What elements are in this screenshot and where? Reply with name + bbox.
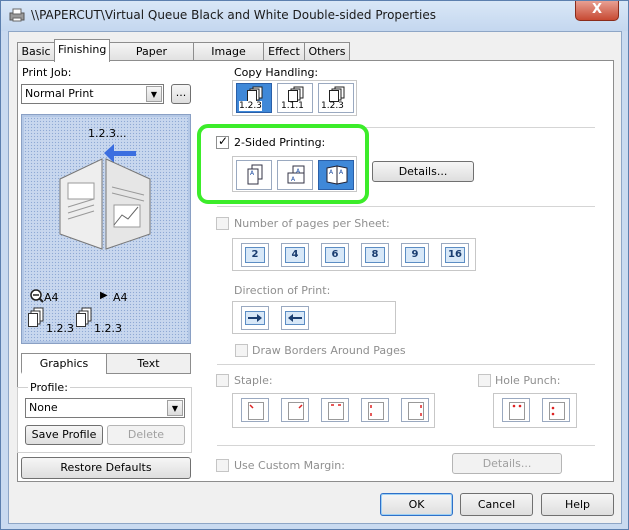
pages-16-button[interactable]: 16 (441, 243, 469, 267)
title-bar[interactable]: \\PAPERCUT\Virtual Queue Black and White… (1, 1, 628, 31)
staple-top-double-button[interactable] (321, 398, 349, 422)
draw-borders-checkbox[interactable] (235, 344, 248, 357)
tab-basic[interactable]: Basic (17, 42, 55, 61)
staple-top-right-button[interactable] (281, 398, 309, 422)
help-button[interactable]: Help (541, 493, 614, 516)
tab-effect[interactable]: Effect (263, 42, 305, 61)
staple-icon (368, 402, 384, 420)
print-job-value: Normal Print (25, 87, 94, 100)
copy-handling-group: 1.2.3 1.1.1 1.2.3 (232, 80, 357, 116)
tab-finishing[interactable]: Finishing (54, 39, 110, 62)
preview-pane: 1.2.3... A4 ▶ A4 1.2.3 1.2.3 (21, 114, 191, 344)
copy-collate-button[interactable]: 1.2.3 (236, 83, 272, 113)
pages-stack-out-icon (76, 307, 92, 327)
pages-2-button[interactable]: 2 (241, 243, 269, 267)
collate-out: 1.2.3 (94, 322, 122, 335)
zoom-icon (30, 289, 44, 303)
arrow-right-icon (245, 311, 265, 325)
tab-others[interactable]: Others (304, 42, 350, 61)
pages-icon (329, 86, 345, 102)
pages-per-sheet-group: 2 4 6 8 9 16 (232, 238, 476, 271)
draw-borders-label: Draw Borders Around Pages (252, 344, 406, 357)
custom-margin-checkbox[interactable] (216, 459, 229, 472)
punch-icon (549, 402, 565, 420)
hole-punch-group (493, 393, 577, 428)
pages-per-sheet-label: Number of pages per Sheet: (234, 217, 390, 230)
tab-paper-handling[interactable]: Paper Handling (109, 42, 194, 75)
close-icon: X (591, 2, 603, 17)
restore-defaults-button[interactable]: Restore Defaults (21, 457, 191, 479)
staple-icon (248, 402, 264, 420)
collate-in: 1.2.3 (46, 322, 74, 335)
direction-group (232, 301, 396, 334)
tab-text[interactable]: Text (106, 353, 191, 374)
tab-graphics[interactable]: Graphics (21, 353, 107, 374)
pages-8-button[interactable]: 8 (361, 243, 389, 267)
arrow-right-icon: ▶ (100, 290, 108, 301)
cancel-button[interactable]: Cancel (460, 493, 533, 516)
window-title: \\PAPERCUT\Virtual Queue Black and White… (31, 8, 437, 22)
save-profile-button[interactable]: Save Profile (25, 425, 103, 445)
direction-right-left-button[interactable] (281, 306, 309, 330)
staple-icon (328, 402, 344, 420)
punch-top-button[interactable] (502, 398, 530, 422)
staple-icon (288, 402, 304, 420)
copy-group-button[interactable]: 1.1.1 (277, 83, 313, 113)
profile-value: None (29, 401, 58, 414)
properties-window: \\PAPERCUT\Virtual Queue Black and White… (0, 0, 629, 530)
chevron-down-icon: ▼ (167, 400, 183, 416)
custom-margin-label: Use Custom Margin: (234, 459, 345, 472)
punch-icon (509, 402, 525, 420)
duplex-book-icon (59, 144, 151, 250)
staple-checkbox[interactable] (216, 374, 229, 387)
pages-icon (288, 86, 304, 102)
print-job-browse-button[interactable]: ... (171, 84, 191, 104)
highlight-outline (197, 124, 369, 204)
pages-6-button[interactable]: 6 (321, 243, 349, 267)
copy-offset-button[interactable]: 1.2.3 (318, 83, 354, 113)
two-sided-details-button[interactable]: Details... (372, 161, 474, 182)
ok-button[interactable]: OK (380, 493, 453, 516)
punch-left-button[interactable] (542, 398, 570, 422)
margin-details-button[interactable]: Details... (452, 453, 562, 474)
staple-top-left-button[interactable] (241, 398, 269, 422)
staple-left-double-button[interactable] (361, 398, 389, 422)
hole-punch-label: Hole Punch: (495, 374, 561, 387)
staple-icon (408, 402, 424, 420)
arrow-left-icon (285, 311, 305, 325)
chevron-down-icon: ▼ (146, 86, 162, 102)
printer-icon (9, 8, 25, 22)
print-job-select[interactable]: Normal Print ▼ (21, 84, 164, 104)
pages-icon (247, 86, 263, 102)
profile-select[interactable]: None ▼ (25, 398, 185, 418)
staple-group (232, 393, 435, 428)
pages-stack-icon (28, 307, 44, 327)
paper-size-out: A4 (113, 291, 128, 304)
pages-4-button[interactable]: 4 (281, 243, 309, 267)
close-button[interactable]: X (575, 1, 619, 21)
staple-right-double-button[interactable] (401, 398, 429, 422)
staple-label: Staple: (234, 374, 273, 387)
delete-profile-button[interactable]: Delete (107, 425, 185, 445)
profile-label: Profile: (28, 381, 70, 394)
direction-label: Direction of Print: (234, 284, 331, 297)
direction-left-right-button[interactable] (241, 306, 269, 330)
hole-punch-checkbox[interactable] (478, 374, 491, 387)
pages-per-sheet-checkbox[interactable] (216, 217, 229, 230)
paper-size-in: A4 (44, 291, 59, 304)
print-job-label: Print Job: (22, 66, 72, 79)
pages-9-button[interactable]: 9 (401, 243, 429, 267)
copy-handling-label: Copy Handling: (234, 66, 319, 79)
tab-image-quality[interactable]: Image Quality (193, 42, 264, 75)
